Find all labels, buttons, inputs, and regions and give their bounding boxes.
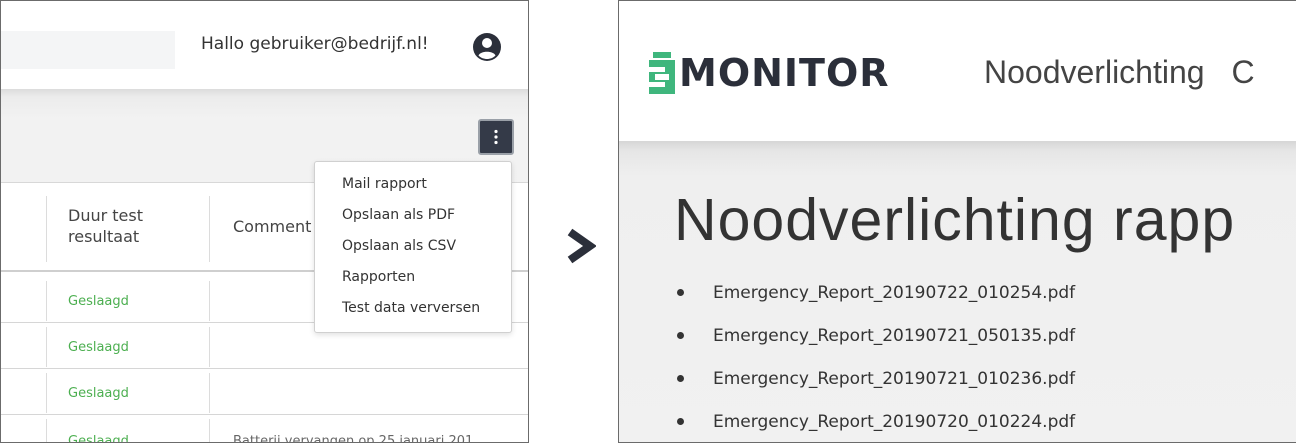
kebab-vertical-icon: [494, 129, 498, 145]
menu-item-save-pdf[interactable]: Opslaan als PDF: [342, 207, 455, 223]
chevron-right-icon: [567, 228, 596, 264]
report-file-link[interactable]: Emergency_Report_20190722_010254.pdf: [713, 283, 1075, 303]
list-bullet: [677, 289, 684, 296]
column-header-line: resultaat: [68, 227, 140, 246]
app-screenshot-right: MONITOR Noodverlichting C Noodverlichtin…: [618, 0, 1296, 443]
list-bullet: [677, 418, 684, 425]
column-divider: [46, 419, 47, 442]
comment-cell: Batterij vervangen op 25 januari 201: [233, 434, 474, 443]
column-divider: [46, 281, 47, 321]
menu-item-mail-report[interactable]: Mail rapport: [342, 176, 427, 192]
row-divider: [1, 414, 528, 415]
column-divider: [46, 196, 47, 262]
report-file-link[interactable]: Emergency_Report_20190721_050135.pdf: [713, 326, 1075, 346]
menu-item-refresh-test-data[interactable]: Test data verversen: [342, 300, 480, 316]
list-bullet: [677, 332, 684, 339]
column-divider: [209, 373, 210, 413]
menu-item-reports[interactable]: Rapporten: [342, 269, 415, 285]
column-divider: [46, 373, 47, 413]
menu-item-save-csv[interactable]: Opslaan als CSV: [342, 238, 456, 254]
app-screenshot-left: Hallo gebruiker@bedrijf.nl! Duur test re…: [0, 0, 529, 443]
column-divider: [209, 419, 210, 442]
column-divider: [209, 281, 210, 321]
user-greeting: Hallo gebruiker@bedrijf.nl!: [201, 34, 429, 54]
column-header-duration[interactable]: Duur test resultaat: [68, 205, 143, 247]
nav-item-next-cut[interactable]: C: [1231, 54, 1254, 90]
list-bullet: [677, 375, 684, 382]
monitor-logo[interactable]: MONITOR: [647, 52, 890, 94]
result-cell: Geslaagd: [68, 434, 129, 443]
nav-item-label: Noodverlichting: [984, 54, 1205, 90]
result-cell: Geslaagd: [68, 294, 129, 309]
options-dropdown-menu: Mail rapport Opslaan als PDF Opslaan als…: [314, 161, 512, 333]
page-title: Noodverlichting rapp: [674, 187, 1236, 253]
column-header-line: Duur test: [68, 206, 143, 225]
column-divider: [209, 327, 210, 367]
column-divider: [46, 327, 47, 367]
logo-text: MONITOR: [679, 51, 890, 95]
report-file-link[interactable]: Emergency_Report_20190721_010236.pdf: [713, 369, 1075, 389]
row-divider: [1, 368, 528, 369]
logo-mark-icon: [649, 52, 675, 94]
nav-item-noodverlichting[interactable]: Noodverlichting C: [984, 54, 1255, 91]
search-input[interactable]: [1, 31, 175, 69]
column-divider: [209, 196, 210, 262]
report-file-link[interactable]: Emergency_Report_20190720_010224.pdf: [713, 412, 1075, 432]
options-menu-button[interactable]: [478, 119, 514, 155]
result-cell: Geslaagd: [68, 340, 129, 355]
top-bar: Hallo gebruiker@bedrijf.nl!: [1, 1, 528, 89]
user-circle-icon[interactable]: [472, 32, 502, 62]
result-cell: Geslaagd: [68, 386, 129, 401]
column-header-comment[interactable]: Comment: [233, 216, 311, 237]
